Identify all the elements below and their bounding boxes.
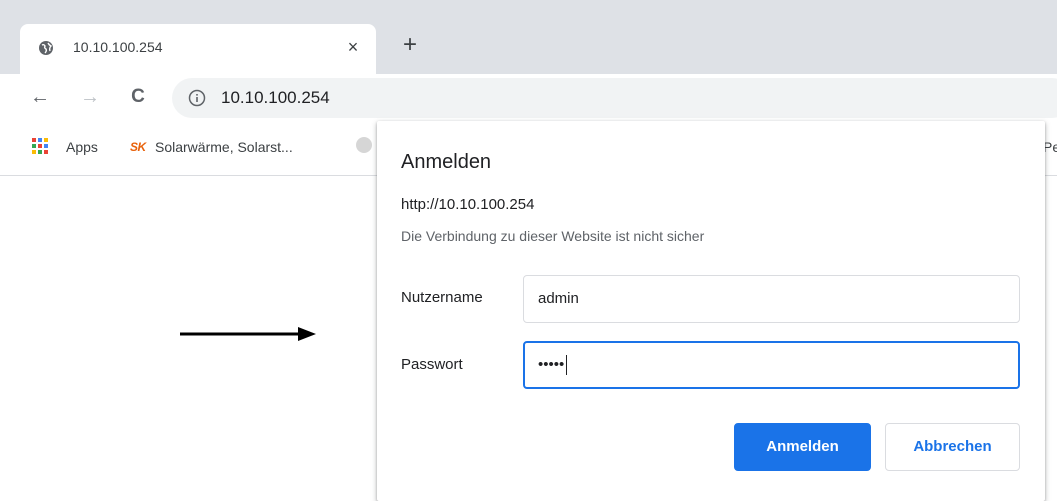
annotation-arrow-icon xyxy=(180,327,316,341)
auth-dialog: Anmelden http://10.10.100.254 Die Verbin… xyxy=(377,121,1045,501)
cancel-button[interactable]: Abbrechen xyxy=(885,423,1020,471)
password-field[interactable]: ••••• xyxy=(523,341,1020,389)
address-url[interactable]: 10.10.100.254 xyxy=(221,88,330,108)
tab-title: 10.10.100.254 xyxy=(73,39,163,55)
login-button[interactable]: Anmelden xyxy=(734,423,871,471)
globe-icon xyxy=(39,41,53,55)
new-tab-button[interactable]: + xyxy=(399,33,421,57)
dialog-title: Anmelden xyxy=(401,151,492,173)
tab-strip: 10.10.100.254 × + xyxy=(0,0,1057,74)
sk-logo-icon: SK xyxy=(130,140,146,154)
username-label: Nutzername xyxy=(401,289,483,306)
bookmark-apps[interactable]: Apps xyxy=(66,139,98,155)
password-label: Passwort xyxy=(401,356,463,373)
text-caret xyxy=(566,355,568,376)
bookmark-overflow[interactable]: Pe xyxy=(1043,139,1057,155)
password-value: ••••• xyxy=(538,356,565,373)
address-bar[interactable]: 10.10.100.254 xyxy=(172,78,1057,118)
reload-button[interactable]: C xyxy=(126,85,150,109)
dialog-origin: http://10.10.100.254 xyxy=(401,196,535,213)
bookmark-solarwaerme[interactable]: Solarwärme, Solarst... xyxy=(155,139,293,155)
apps-grid-icon[interactable] xyxy=(32,138,48,154)
insecure-warning: Die Verbindung zu dieser Website ist nic… xyxy=(401,228,705,244)
browser-toolbar: ← → C 10.10.100.254 xyxy=(0,74,1057,122)
back-button[interactable]: ← xyxy=(28,85,52,109)
username-value: admin xyxy=(538,290,579,307)
tab-close-icon[interactable]: × xyxy=(342,36,364,58)
forward-button[interactable]: → xyxy=(78,85,102,109)
bookmark-favicon[interactable] xyxy=(356,137,372,153)
info-icon[interactable] xyxy=(188,89,206,107)
active-tab[interactable]: 10.10.100.254 × xyxy=(20,24,376,74)
username-field[interactable]: admin xyxy=(523,275,1020,323)
